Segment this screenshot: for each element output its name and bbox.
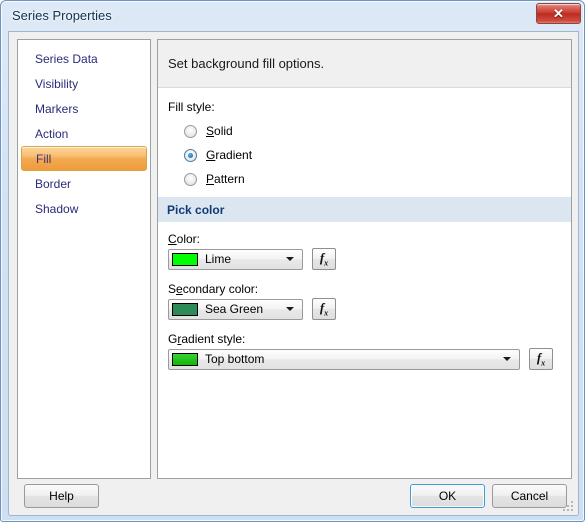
color-expression-button[interactable]: fx — [312, 248, 336, 270]
secondary-label-rest: condary color: — [182, 282, 259, 296]
fill-options-panel: Set background fill options. Fill style:… — [157, 39, 572, 479]
gradient-style-value: Top bottom — [205, 352, 265, 366]
secondary-color-label: Secondary color: — [168, 282, 258, 296]
accel-char: S — [206, 124, 215, 138]
ok-button[interactable]: OK — [410, 484, 485, 508]
title-bar: Series Properties ✕ — [1, 1, 585, 31]
fx-icon: fx — [319, 299, 329, 318]
close-button[interactable]: ✕ — [536, 3, 581, 24]
sidebar-item-label: Shadow — [35, 201, 79, 216]
color-label: Color: — [168, 232, 200, 246]
fx-icon: fx — [319, 249, 329, 268]
color-value: Lime — [205, 252, 232, 266]
help-button[interactable]: Help — [24, 484, 99, 508]
sidebar-item-label: Border — [35, 176, 72, 191]
secondary-color-row: Sea Green fx — [168, 298, 336, 320]
resize-grip[interactable] — [563, 501, 575, 513]
secondary-label-pre: S — [168, 282, 177, 296]
radio-icon — [184, 172, 197, 186]
sidebar-item-series-data[interactable]: Series Data — [19, 46, 149, 71]
chevron-down-icon — [286, 307, 294, 311]
radio-solid-label: Solid — [206, 124, 233, 138]
gradient-preview-swatch — [172, 352, 198, 366]
dialog-client-area: Series Data Visibility Markers Action Fi… — [8, 31, 579, 516]
sidebar-item-border[interactable]: Border — [19, 171, 149, 196]
sidebar-item-label: Visibility — [35, 76, 79, 91]
color-label-rest: olor: — [176, 232, 201, 246]
radio-gradient-label: Gradient — [206, 148, 252, 162]
gradient-style-combobox[interactable]: Top bottom — [168, 348, 520, 370]
dialog-button-bar: Help OK Cancel — [9, 477, 578, 515]
gradient-label-rest: adient style: — [181, 332, 246, 346]
radio-gradient[interactable]: Gradient — [184, 148, 252, 162]
radio-solid[interactable]: Solid — [184, 124, 233, 138]
chevron-down-icon — [503, 357, 511, 361]
sidebar-item-action[interactable]: Action — [19, 121, 149, 146]
sidebar-item-label: Series Data — [35, 51, 98, 66]
secondary-color-expression-button[interactable]: fx — [312, 298, 336, 320]
gradient-style-row: Top bottom fx — [168, 348, 553, 370]
panel-header-text: Set background fill options. — [168, 56, 325, 71]
fill-style-label: Fill style: — [168, 100, 215, 114]
pick-color-section-header: Pick color — [158, 197, 571, 222]
cancel-button[interactable]: Cancel — [492, 484, 567, 508]
radio-icon — [184, 148, 197, 162]
radio-pattern[interactable]: Pattern — [184, 172, 245, 186]
sidebar-item-shadow[interactable]: Shadow — [19, 196, 149, 221]
color-row: Lime fx — [168, 248, 336, 270]
gradient-style-expression-button[interactable]: fx — [529, 348, 553, 370]
panel-body: Fill style: Solid Gradient Pattern Pick … — [158, 89, 571, 478]
window-title: Series Properties — [12, 8, 112, 23]
accel-char: P — [206, 172, 215, 186]
radio-gradient-rest: radient — [215, 148, 253, 162]
color-swatch — [172, 252, 198, 266]
secondary-color-swatch — [172, 302, 198, 316]
sidebar-item-markers[interactable]: Markers — [19, 96, 149, 121]
radio-pattern-rest: attern — [214, 172, 245, 186]
category-sidebar: Series Data Visibility Markers Action Fi… — [17, 39, 151, 479]
secondary-color-value: Sea Green — [205, 302, 264, 316]
secondary-color-combobox[interactable]: Sea Green — [168, 298, 303, 320]
radio-solid-rest: olid — [214, 124, 233, 138]
chevron-down-icon — [286, 257, 294, 261]
gradient-style-label: Gradient style: — [168, 332, 245, 346]
section-title: Pick color — [167, 202, 225, 217]
sidebar-item-label: Markers — [35, 101, 79, 116]
fx-icon: fx — [536, 349, 546, 368]
sidebar-item-fill[interactable]: Fill — [21, 146, 147, 171]
dialog-window: Series Properties ✕ Series Data Visibili… — [0, 0, 585, 522]
panel-header: Set background fill options. — [158, 40, 571, 88]
sidebar-item-label: Fill — [36, 151, 52, 166]
sidebar-item-label: Action — [35, 126, 69, 141]
radio-pattern-label: Pattern — [206, 172, 245, 186]
accel-char: C — [168, 232, 177, 246]
sidebar-item-visibility[interactable]: Visibility — [19, 71, 149, 96]
accel-char: G — [206, 148, 216, 162]
gradient-label-pre: G — [168, 332, 178, 346]
accel-char: e — [176, 282, 183, 296]
radio-icon — [184, 124, 197, 138]
close-icon: ✕ — [553, 6, 564, 21]
color-combobox[interactable]: Lime — [168, 248, 303, 270]
